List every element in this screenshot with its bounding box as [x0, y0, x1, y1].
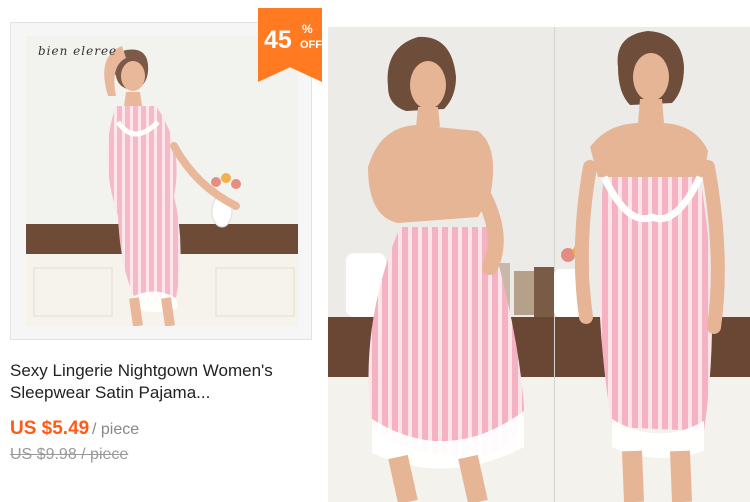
product-title-line1: Sexy Lingerie Nightgown Women's [10, 361, 273, 380]
discount-value: 45 [264, 26, 292, 54]
discount-off-label: OFF [300, 39, 322, 51]
original-price: US $9.98 / piece [10, 446, 129, 463]
price-unit: / piece [92, 421, 140, 438]
product-gallery-image[interactable] [328, 27, 750, 502]
product-title[interactable]: Sexy Lingerie Nightgown Women's Sleepwea… [10, 360, 310, 404]
product-title-line2: Sleepwear Satin Pajama... [10, 383, 211, 402]
brand-logo: bien eleree [38, 44, 118, 58]
product-card[interactable]: bien eleree 45 % OFF Sexy Lingerie Night… [0, 0, 322, 502]
product-thumbnail[interactable] [26, 36, 298, 326]
discount-percent-sign: % [302, 22, 313, 36]
current-price: US $5.49 [10, 418, 90, 439]
